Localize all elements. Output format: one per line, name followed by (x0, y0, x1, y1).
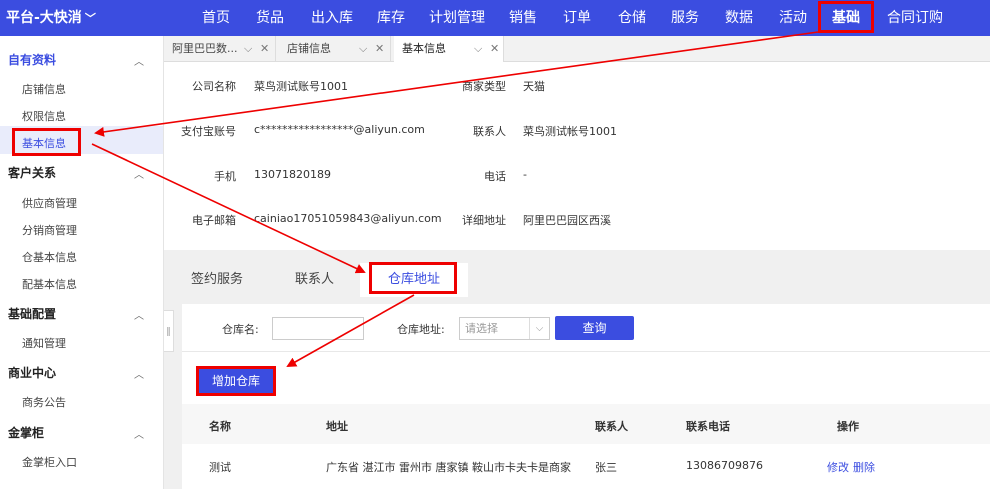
close-icon[interactable]: ✕ (375, 36, 384, 62)
edit-link[interactable]: 修改 (827, 459, 849, 475)
close-icon[interactable]: ✕ (260, 36, 269, 62)
tab-label: 阿里巴巴数... (172, 42, 238, 55)
warehouse-name-label: 仓库名: (222, 323, 259, 336)
sidebar-item-permission-info[interactable]: 权限信息 (22, 108, 66, 124)
column-header-actions: 操作 (837, 420, 859, 433)
column-header-phone: 联系电话 (686, 420, 730, 433)
sidebar-section-customer[interactable]: 客户关系 (8, 164, 56, 181)
contact-value: 菜鸟测试帐号1001 (523, 125, 617, 138)
close-icon[interactable]: ✕ (490, 36, 499, 62)
cell-address: 广东省 湛江市 雷州市 唐家镇 鞍山市卡夫卡是商家 (326, 461, 571, 474)
phone-label: 电话 (484, 170, 506, 183)
subtab-contacts[interactable]: 联系人 (295, 268, 334, 287)
chevron-down-icon: ﹀ (84, 12, 96, 25)
add-warehouse-button[interactable]: 增加仓库 (198, 368, 274, 394)
company-name-label: 公司名称 (192, 80, 236, 93)
mobile-label: 手机 (214, 170, 236, 183)
nav-goods[interactable]: 货品 (254, 0, 286, 36)
warehouse-name-input[interactable] (272, 317, 364, 340)
sidebar-item-announcement[interactable]: 商务公告 (22, 394, 66, 410)
email-label: 电子邮箱 (192, 214, 236, 227)
nav-contract[interactable]: 合同订购 (886, 0, 944, 36)
sidebar-section-config[interactable]: 基础配置 (8, 305, 56, 322)
sidebar-section-own-data[interactable]: 自有资料 (8, 51, 56, 68)
column-header-name: 名称 (209, 420, 231, 433)
cell-phone: 13086709876 (686, 459, 763, 472)
collapse-handle-icon[interactable]: ‖ (164, 310, 174, 352)
company-name-value: 菜鸟测试账号1001 (254, 80, 348, 93)
tab-basic-info[interactable]: 基本信息 ⌵ ✕ (394, 36, 504, 62)
warehouse-address-label: 仓库地址: (397, 323, 445, 336)
platform-switcher[interactable]: 平台-大快消 ﹀ (0, 0, 164, 36)
chevron-up-icon[interactable]: ︿ (134, 166, 144, 181)
query-button[interactable]: 查询 (555, 316, 634, 340)
sidebar-section-business[interactable]: 商业中心 (8, 364, 56, 381)
nav-service[interactable]: 服务 (670, 0, 700, 36)
chevron-up-icon[interactable]: ︿ (134, 307, 144, 322)
chevron-down-icon[interactable]: ⌵ (359, 36, 367, 62)
address-label: 详细地址 (462, 214, 506, 227)
chevron-up-icon[interactable]: ︿ (134, 366, 144, 381)
phone-value: - (523, 168, 527, 181)
sidebar-item-warehouse-basic[interactable]: 仓基本信息 (22, 249, 77, 265)
sidebar: 自有资料 ︿ 店铺信息 权限信息 基本信息 客户关系 ︿ 供应商管理 分销商管理… (0, 36, 164, 489)
page-tabs: 阿里巴巴数... ⌵ ✕ 店铺信息 ⌵ ✕ 基本信息 ⌵ ✕ (164, 36, 990, 62)
cell-name: 测试 (209, 461, 231, 474)
tab-shop-info[interactable]: 店铺信息 ⌵ ✕ (279, 36, 391, 62)
chevron-down-icon[interactable]: ⌵ (474, 36, 482, 62)
select-placeholder: 请选择 (465, 322, 498, 335)
mobile-value: 13071820189 (254, 168, 331, 181)
subtab-warehouse-address[interactable]: 仓库地址 (388, 268, 440, 287)
sidebar-item-basic-info[interactable]: 基本信息 (22, 135, 66, 151)
sidebar-item-shop-info[interactable]: 店铺信息 (22, 81, 66, 97)
warehouse-address-select[interactable]: 请选择 ⌵ (459, 317, 550, 340)
tab-alibaba[interactable]: 阿里巴巴数... ⌵ ✕ (164, 36, 276, 62)
address-value: 阿里巴巴园区西溪 (523, 214, 611, 227)
sidebar-item-notification[interactable]: 通知管理 (22, 335, 66, 351)
nav-warehouse[interactable]: 仓储 (617, 0, 647, 36)
tab-label: 店铺信息 (287, 42, 331, 55)
nav-activity[interactable]: 活动 (778, 0, 808, 36)
cell-contact: 张三 (595, 461, 617, 474)
delete-link[interactable]: 删除 (853, 459, 875, 475)
chevron-down-icon: ⌵ (529, 318, 549, 339)
table-header (182, 404, 990, 444)
chevron-up-icon[interactable]: ︿ (134, 426, 144, 441)
sidebar-item-delivery-basic[interactable]: 配基本信息 (22, 276, 77, 292)
nav-inventory[interactable]: 库存 (376, 0, 406, 36)
alipay-value: c*****************@aliyun.com (254, 123, 425, 136)
nav-orders[interactable]: 订单 (562, 0, 592, 36)
chevron-up-icon[interactable]: ︿ (134, 53, 144, 68)
platform-name: 平台-大快消 (6, 10, 82, 26)
nav-sales[interactable]: 销售 (508, 0, 538, 36)
sidebar-item-supplier[interactable]: 供应商管理 (22, 195, 77, 211)
nav-data[interactable]: 数据 (724, 0, 754, 36)
tab-label: 基本信息 (402, 42, 446, 55)
sidebar-item-jinzhanggui-entry[interactable]: 金掌柜入口 (22, 454, 77, 470)
subtab-contract-service[interactable]: 签约服务 (191, 268, 243, 287)
column-header-contact: 联系人 (595, 420, 628, 433)
column-header-address: 地址 (326, 420, 348, 433)
merchant-type-value: 天猫 (523, 80, 545, 93)
sidebar-item-distributor[interactable]: 分销商管理 (22, 222, 77, 238)
divider (182, 351, 990, 352)
merchant-type-label: 商家类型 (462, 80, 506, 93)
sidebar-section-jinzhanggui[interactable]: 金掌柜 (8, 424, 44, 441)
top-nav-bar: 平台-大快消 ﹀ 首页 货品 出入库 库存 计划管理 销售 订单 仓储 服务 数据… (0, 0, 990, 36)
nav-home[interactable]: 首页 (200, 0, 232, 36)
nav-basic[interactable]: 基础 (831, 0, 861, 36)
nav-inout[interactable]: 出入库 (310, 0, 354, 36)
nav-planning[interactable]: 计划管理 (428, 0, 486, 36)
email-value: cainiao17051059843@aliyun.com (254, 212, 442, 225)
contact-label: 联系人 (473, 125, 506, 138)
alipay-label: 支付宝账号 (181, 125, 236, 138)
chevron-down-icon[interactable]: ⌵ (244, 36, 252, 62)
